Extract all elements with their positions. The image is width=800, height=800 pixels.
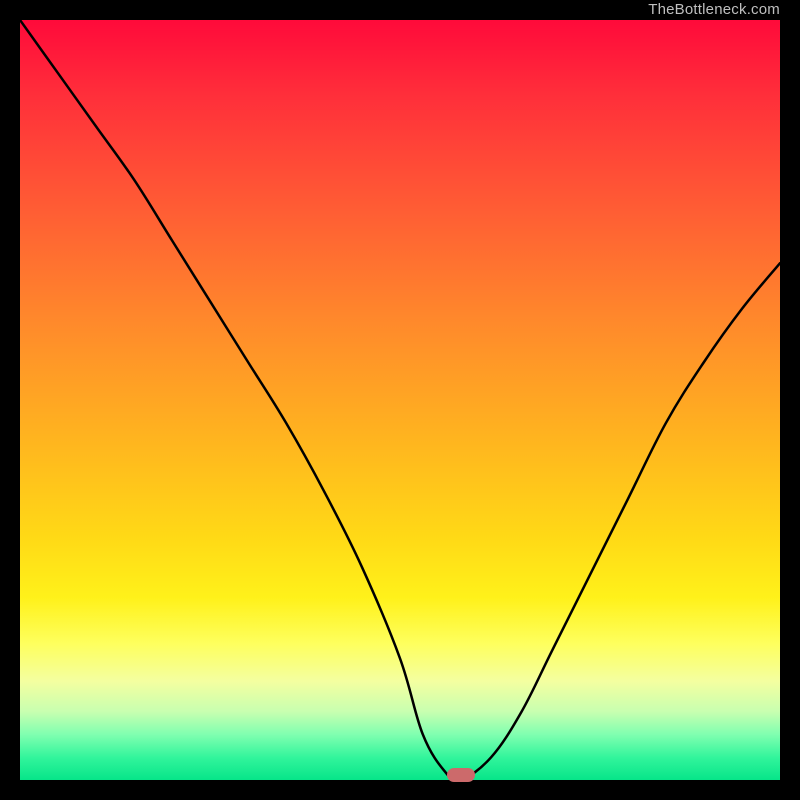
attribution-label: TheBottleneck.com (648, 0, 780, 20)
bottleneck-curve (20, 20, 780, 780)
plot-area (20, 20, 780, 780)
minimum-marker (447, 768, 475, 782)
chart-frame: TheBottleneck.com (0, 0, 800, 800)
